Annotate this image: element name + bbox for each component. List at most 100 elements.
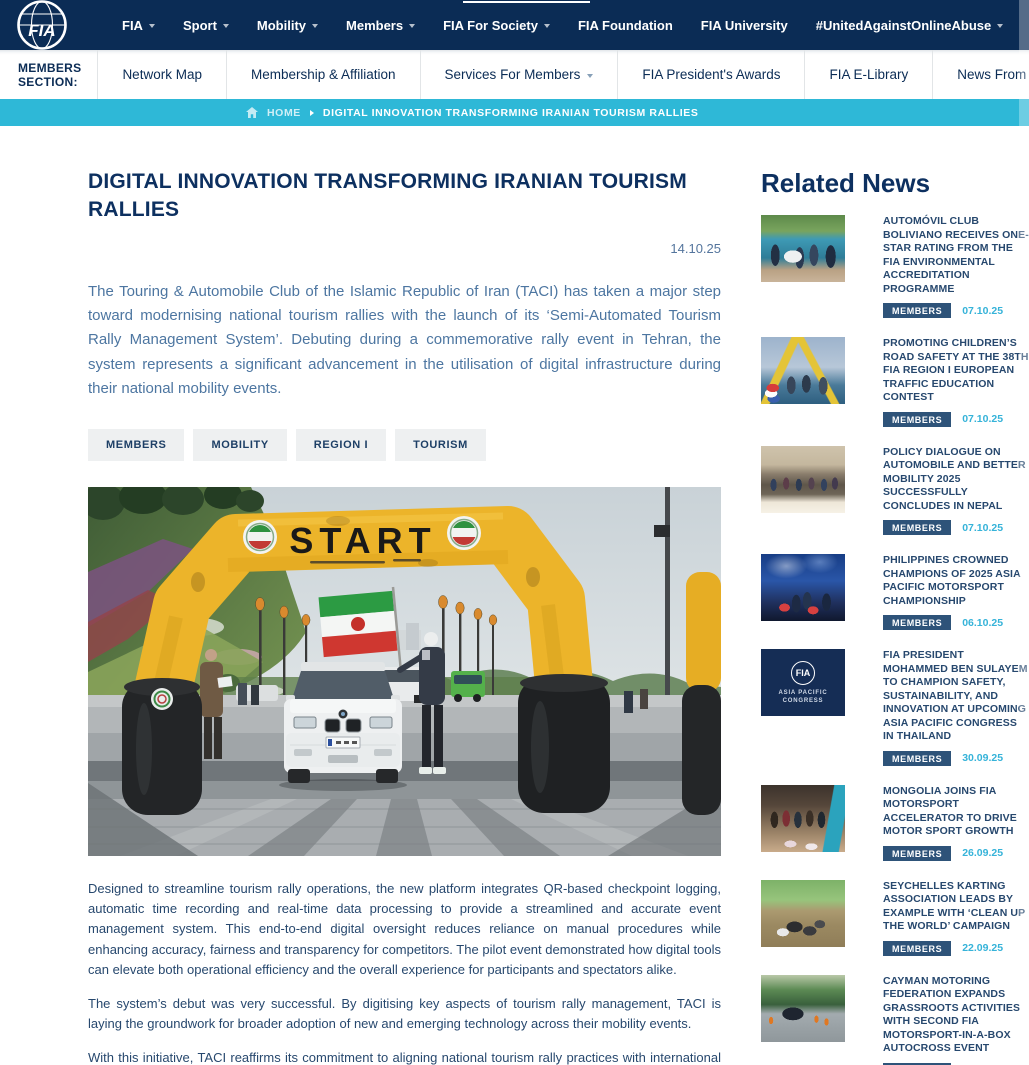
news-item-text: CAYMAN MOTORING FEDERATION EXPANDS GRASS… — [883, 975, 1029, 1065]
news-item-text: POLICY DIALOGUE ON AUTOMOBILE AND BETTER… — [883, 446, 1029, 536]
related-news-list: AUTOMÓVIL CLUB BOLIVIANO RECEIVES ONE-ST… — [761, 215, 1029, 1065]
article: DIGITAL INNOVATION TRANSFORMING IRANIAN … — [88, 168, 721, 1065]
related-news-item[interactable]: PHILIPPINES CROWNED CHAMPIONS OF 2025 AS… — [761, 554, 1029, 630]
nav-item-members[interactable]: Members — [332, 18, 429, 33]
news-item-text: PHILIPPINES CROWNED CHAMPIONS OF 2025 AS… — [883, 554, 1029, 630]
members-badge: MEMBERS — [883, 303, 951, 318]
tag-members[interactable]: MEMBERS — [88, 429, 184, 461]
related-news-sidebar: Related News AUTOMÓVIL CLUB BOLIVIANO RE… — [761, 168, 1029, 1065]
breadcrumb: HOME DIGITAL INNOVATION TRANSFORMING IRA… — [0, 99, 1029, 126]
chevron-down-icon — [997, 24, 1003, 28]
subnav-item-label: FIA E-Library — [829, 67, 908, 82]
news-thumbnail — [761, 337, 845, 404]
nav-item-fia-for-society[interactable]: FIA For Society — [429, 18, 564, 33]
news-item-meta: MEMBERS 07.10.25 — [883, 303, 1029, 318]
news-item-date: 22.09.25 — [962, 942, 1003, 954]
subnav-item-fia-e-library[interactable]: FIA E-Library — [805, 50, 933, 99]
subnav-item-label: Membership & Affiliation — [251, 67, 396, 82]
subnav-item-fia-president-s-awards[interactable]: FIA President's Awards — [618, 50, 805, 99]
news-thumbnail — [761, 554, 845, 621]
tag-tourism[interactable]: TOURISM — [395, 429, 486, 461]
article-photo: START — [88, 487, 721, 856]
related-news-item[interactable]: FIA ASIA PACIFICCONGRESS FIA PRESIDENT MOH… — [761, 649, 1029, 766]
nav-item-label: FIA Foundation — [578, 18, 673, 33]
subnav-item-label: FIA President's Awards — [642, 67, 780, 82]
nav-item-sport[interactable]: Sport — [169, 18, 243, 33]
related-news-item[interactable]: PROMOTING CHILDREN’S ROAD SAFETY AT THE … — [761, 337, 1029, 427]
thumbnail-caption: ASIA PACIFIC — [779, 689, 828, 697]
news-item-title: CAYMAN MOTORING FEDERATION EXPANDS GRASS… — [883, 975, 1029, 1056]
news-item-title: FIA PRESIDENT MOHAMMED BEN SULAYEM TO CH… — [883, 649, 1029, 744]
chevron-down-icon — [312, 24, 318, 28]
news-item-meta: MEMBERS22.09.25 — [883, 941, 1029, 956]
article-body: Designed to streamline tourism rally ope… — [88, 879, 721, 1065]
related-news-item[interactable]: MONGOLIA JOINS FIA MOTORSPORT ACCELERATO… — [761, 785, 1029, 861]
news-item-date: 07.10.25 — [962, 413, 1003, 425]
breadcrumb-home-link[interactable]: HOME — [267, 107, 301, 119]
thumbnail-caption: CONGRESS — [783, 697, 824, 705]
chevron-down-icon — [223, 24, 229, 28]
news-item-date: 06.10.25 — [962, 617, 1003, 629]
subnav-item-network-map[interactable]: Network Map — [98, 50, 227, 99]
nav-item-unitedagainstonlineabuse[interactable]: #UnitedAgainstOnlineAbuse — [802, 18, 1018, 33]
news-item-meta: MEMBERS30.09.25 — [883, 751, 1029, 766]
news-item-date: 07.10.25 — [962, 305, 1003, 317]
article-paragraph: The system’s debut was very successful. … — [88, 994, 721, 1034]
members-badge: MEMBERS — [883, 520, 951, 535]
start-banner-text: START — [289, 520, 436, 561]
active-nav-indicator — [463, 1, 590, 3]
chevron-down-icon — [587, 74, 593, 78]
tag-mobility[interactable]: MOBILITY — [193, 429, 286, 461]
home-icon[interactable] — [246, 107, 258, 118]
subnav-item-news-from-the-network[interactable]: News From The Network — [933, 50, 1029, 99]
nav-item-label: Members — [346, 18, 403, 33]
nav-item-label: #UnitedAgainstOnlineAbuse — [816, 18, 992, 33]
nav-item-fia-foundation[interactable]: FIA Foundation — [564, 18, 687, 33]
main-content: DIGITAL INNOVATION TRANSFORMING IRANIAN … — [0, 126, 1029, 1065]
tag-region-i[interactable]: REGION I — [296, 429, 386, 461]
nav-item-label: Sport — [183, 18, 217, 33]
chevron-down-icon — [544, 24, 550, 28]
news-item-date: 07.10.25 — [962, 522, 1003, 534]
news-thumbnail — [761, 215, 845, 282]
related-news-item[interactable]: CAYMAN MOTORING FEDERATION EXPANDS GRASS… — [761, 975, 1029, 1065]
news-item-meta: MEMBERS26.09.25 — [883, 846, 1029, 861]
news-item-meta: MEMBERS 06.10.25 — [883, 615, 1029, 630]
article-date: 14.10.25 — [88, 241, 721, 256]
subnav-item-label: Network Map — [122, 67, 202, 82]
breadcrumb-current-page: DIGITAL INNOVATION TRANSFORMING IRANIAN … — [323, 107, 699, 119]
related-news-item[interactable]: AUTOMÓVIL CLUB BOLIVIANO RECEIVES ONE-ST… — [761, 215, 1029, 318]
article-paragraph: Designed to streamline tourism rally ope… — [88, 879, 721, 980]
nav-item-label: FIA University — [701, 18, 788, 33]
nav-item-fia-university[interactable]: FIA University — [687, 18, 802, 33]
members-badge: MEMBERS — [883, 412, 951, 427]
news-item-title: AUTOMÓVIL CLUB BOLIVIANO RECEIVES ONE-ST… — [883, 215, 1029, 296]
news-item-text: SEYCHELLES KARTING ASSOCIATION LEADS BY … — [883, 880, 1029, 956]
related-news-item[interactable]: POLICY DIALOGUE ON AUTOMOBILE AND BETTER… — [761, 446, 1029, 536]
fia-logo[interactable]: FIA — [16, 0, 68, 51]
fia-logo-icon: FIA — [791, 661, 815, 685]
scrollbar[interactable] — [1019, 0, 1029, 1065]
chevron-down-icon — [409, 24, 415, 28]
nav-item-mobility[interactable]: Mobility — [243, 18, 332, 33]
page-title: DIGITAL INNOVATION TRANSFORMING IRANIAN … — [88, 168, 721, 225]
members-section-label: MEMBERS SECTION: — [0, 50, 98, 99]
news-item-title: SEYCHELLES KARTING ASSOCIATION LEADS BY … — [883, 880, 1029, 934]
news-item-meta: MEMBERS 07.10.25 — [883, 520, 1029, 535]
news-item-title: POLICY DIALOGUE ON AUTOMOBILE AND BETTER… — [883, 446, 1029, 514]
sub-nav: Network Map Membership & Affiliation Servi… — [98, 50, 1029, 99]
top-navigation-bar: FIA FIA Sport Mobility Members FIA For Socie… — [0, 0, 1029, 50]
members-badge: MEMBERS — [883, 615, 951, 630]
fia-logo-icon: FIA — [16, 0, 68, 51]
subnav-item-services-for-members[interactable]: Services For Members — [421, 50, 619, 99]
news-thumbnail — [761, 785, 845, 852]
related-news-heading: Related News — [761, 168, 1029, 199]
related-news-item[interactable]: SEYCHELLES KARTING ASSOCIATION LEADS BY … — [761, 880, 1029, 956]
subnav-item-membership-affiliation[interactable]: Membership & Affiliation — [227, 50, 421, 99]
rally-car — [279, 662, 407, 791]
tag-list: MEMBERS MOBILITY REGION I TOURISM — [88, 429, 721, 461]
article-paragraph: With this initiative, TACI reaffirms its… — [88, 1048, 721, 1065]
news-item-title: MONGOLIA JOINS FIA MOTORSPORT ACCELERATO… — [883, 785, 1029, 839]
members-badge: MEMBERS — [883, 751, 951, 766]
nav-item-fia[interactable]: FIA — [108, 18, 169, 33]
